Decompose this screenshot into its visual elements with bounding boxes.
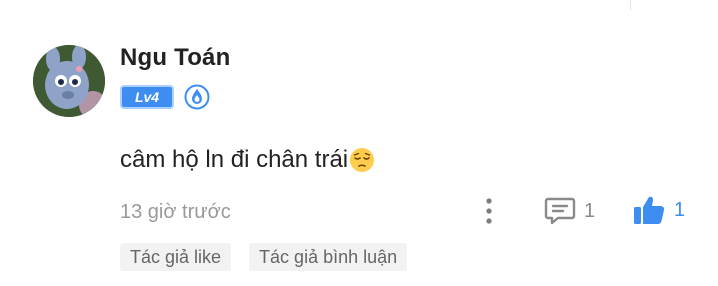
badge-row: Lv4 xyxy=(120,84,210,110)
divider xyxy=(630,0,631,10)
comment-card: Ngu Toán Lv4 câm hộ ln đi chân trái 13 g… xyxy=(0,0,718,286)
comment-bubble-icon xyxy=(544,197,576,225)
reply-button[interactable]: 1 xyxy=(544,196,595,226)
rank-medal-icon xyxy=(184,84,210,110)
author-replied-tag: Tác giả bình luận xyxy=(249,243,408,271)
reply-count: 1 xyxy=(584,199,596,222)
pensive-face-emoji-icon xyxy=(350,148,375,172)
cartoon-cat-avatar-icon xyxy=(33,45,105,117)
like-button[interactable]: 1 xyxy=(632,194,685,226)
username[interactable]: Ngu Toán xyxy=(120,44,230,72)
tag-list: Tác giả like Tác giả bình luận xyxy=(120,243,408,271)
more-options-icon[interactable] xyxy=(480,196,498,226)
avatar[interactable] xyxy=(33,45,105,117)
thumbs-up-icon xyxy=(634,196,665,224)
level-badge: Lv4 xyxy=(120,85,174,109)
comment-text: câm hộ ln đi chân trái xyxy=(120,146,349,173)
comment-timestamp: 13 giờ trước xyxy=(120,201,231,223)
like-count: 1 xyxy=(674,198,686,221)
comment-body: câm hộ ln đi chân trái xyxy=(120,146,375,174)
author-liked-tag: Tác giả like xyxy=(120,243,232,271)
